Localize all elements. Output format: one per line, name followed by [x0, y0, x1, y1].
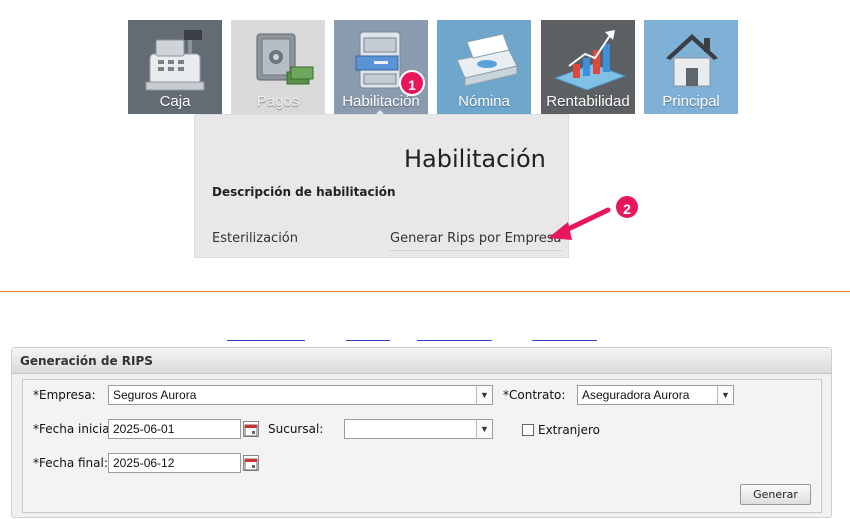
- chevron-down-icon[interactable]: ▼: [476, 420, 492, 438]
- step-badge-2: 2: [614, 194, 640, 220]
- generar-button[interactable]: Generar: [740, 484, 811, 505]
- sucursal-label: Sucursal:: [268, 422, 324, 436]
- nav-link[interactable]: [532, 333, 597, 341]
- dropdown-title: Habilitación: [404, 145, 546, 173]
- menu-item-generar-rips[interactable]: Generar Rips por Empresa: [390, 231, 562, 251]
- growth-chart-icon: [553, 30, 627, 91]
- section-divider: [0, 291, 850, 292]
- tile-label: Nómina: [458, 93, 510, 110]
- home-icon: [666, 34, 718, 87]
- fecha-final-input[interactable]: 2025-06-12: [108, 453, 241, 473]
- tile-rentabilidad[interactable]: Rentabilidad: [541, 20, 635, 114]
- empresa-select[interactable]: Seguros Aurora ▼: [108, 385, 493, 405]
- nav-link[interactable]: [417, 333, 492, 341]
- tile-label: Principal: [662, 93, 720, 110]
- panel-title: Generación de RIPS: [12, 348, 831, 374]
- tile-nomina[interactable]: Nómina: [437, 20, 531, 114]
- tile-pagos[interactable]: Pagos: [231, 20, 325, 114]
- empresa-value: Seguros Aurora: [113, 388, 197, 402]
- dropdown-section-label: Descripción de habilitación: [212, 185, 396, 199]
- calendar-icon[interactable]: [243, 421, 259, 437]
- step-badge-1: 1: [399, 70, 425, 96]
- tile-label: Rentabilidad: [546, 93, 630, 110]
- extranjero-checkbox[interactable]: [522, 424, 534, 436]
- nav-link[interactable]: [346, 333, 390, 341]
- extranjero-label: Extranjero: [538, 423, 601, 437]
- contrato-label: *Contrato:: [503, 388, 566, 402]
- chevron-down-icon[interactable]: ▼: [476, 386, 492, 404]
- fecha-inicial-value: 2025-06-01: [113, 422, 175, 436]
- cash-register-icon: [145, 30, 205, 91]
- tile-label: Caja: [159, 93, 191, 110]
- printer-icon: [456, 33, 518, 87]
- fecha-final-value: 2025-06-12: [113, 456, 175, 470]
- fecha-inicial-label: *Fecha inicial:: [33, 422, 117, 436]
- nav-link[interactable]: [227, 333, 305, 341]
- tile-caja[interactable]: Caja: [128, 20, 222, 114]
- calendar-icon[interactable]: [243, 455, 259, 471]
- empresa-label: *Empresa:: [33, 388, 96, 402]
- fecha-inicial-input[interactable]: 2025-06-01: [108, 419, 241, 439]
- menu-item-esterilizacion[interactable]: Esterilización: [212, 231, 298, 246]
- sucursal-select[interactable]: ▼: [344, 419, 493, 439]
- module-tiles: Caja Pagos Habilitación Nómina Rentabili…: [0, 0, 850, 120]
- tile-principal[interactable]: Principal: [644, 20, 738, 114]
- chevron-down-icon[interactable]: ▼: [717, 386, 733, 404]
- tile-label: Pagos: [256, 93, 300, 110]
- fecha-final-label: *Fecha final:: [33, 456, 108, 470]
- tile-habilitacion[interactable]: Habilitación: [334, 20, 428, 114]
- contrato-value: Aseguradora Aurora: [582, 388, 690, 402]
- safe-icon: [256, 33, 314, 85]
- contrato-select[interactable]: Aseguradora Aurora ▼: [577, 385, 734, 405]
